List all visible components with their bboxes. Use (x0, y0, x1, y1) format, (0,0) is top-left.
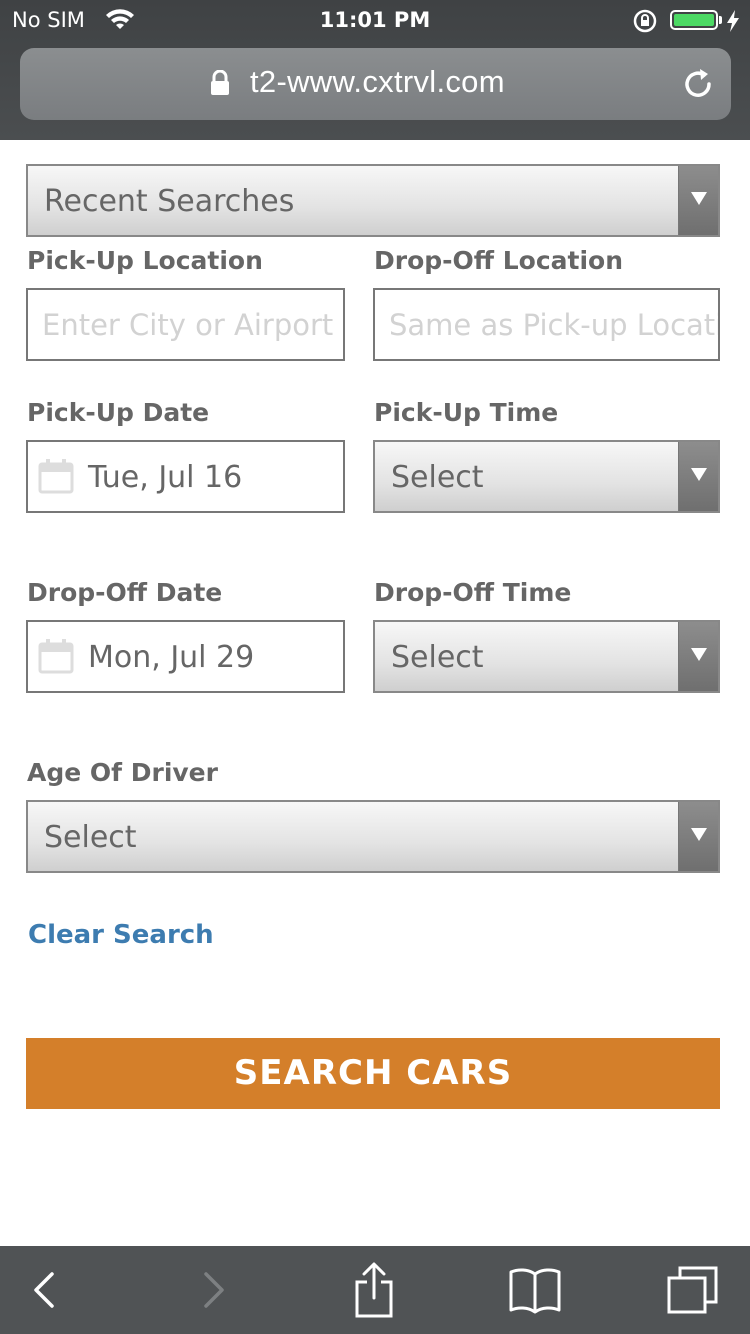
pickup-time-select[interactable]: Select (373, 440, 720, 513)
address-bar[interactable]: t2-www.cxtrvl.com (20, 48, 731, 120)
browser-chrome: No SIM 11:01 PM t2-www.cxtrvl.com (0, 0, 750, 140)
status-bar: No SIM 11:01 PM (0, 0, 750, 40)
age-of-driver-label: Age Of Driver (27, 758, 218, 787)
dropoff-date-label: Drop-Off Date (27, 578, 223, 607)
browser-toolbar (0, 1246, 750, 1334)
pickup-date-label: Pick-Up Date (27, 398, 210, 427)
share-icon[interactable] (350, 1262, 398, 1318)
tabs-icon[interactable] (666, 1266, 720, 1314)
age-of-driver-select[interactable]: Select (26, 800, 720, 873)
forward-icon[interactable] (190, 1266, 238, 1314)
calendar-icon (38, 459, 74, 494)
recent-searches-select[interactable]: Recent Searches (26, 164, 720, 237)
pickup-time-value: Select (391, 460, 484, 495)
clear-search-link[interactable]: Clear Search (28, 920, 214, 950)
recent-searches-value: Recent Searches (44, 184, 295, 219)
dropoff-time-select[interactable]: Select (373, 620, 720, 693)
battery-tip (719, 16, 722, 24)
reload-icon[interactable] (680, 66, 716, 102)
dropdown-arrow-icon[interactable] (678, 166, 718, 235)
age-of-driver-value: Select (44, 820, 137, 855)
pickup-time-label: Pick-Up Time (374, 398, 559, 427)
bookmarks-icon[interactable] (508, 1266, 562, 1314)
url-text[interactable]: t2-www.cxtrvl.com (250, 64, 505, 100)
pickup-date-field[interactable]: Tue, Jul 16 (26, 440, 345, 513)
pickup-location-input[interactable] (28, 290, 343, 359)
dropdown-arrow-icon[interactable] (678, 622, 718, 691)
dropoff-time-value: Select (391, 640, 484, 675)
battery-icon (670, 10, 718, 30)
rotation-lock-icon (633, 9, 657, 33)
dropoff-location-field[interactable] (373, 288, 720, 361)
pickup-location-field[interactable] (26, 288, 345, 361)
dropoff-date-field[interactable]: Mon, Jul 29 (26, 620, 345, 693)
dropoff-location-input[interactable] (375, 290, 718, 359)
dropoff-location-label: Drop-Off Location (374, 246, 624, 275)
search-cars-button[interactable]: SEARCH CARS (26, 1038, 720, 1109)
pickup-location-label: Pick-Up Location (27, 246, 263, 275)
back-icon[interactable] (22, 1266, 70, 1314)
dropdown-arrow-icon[interactable] (678, 442, 718, 511)
dropdown-arrow-icon[interactable] (678, 802, 718, 871)
dropoff-date-value: Mon, Jul 29 (88, 640, 255, 675)
pickup-date-value: Tue, Jul 16 (88, 460, 243, 495)
charging-bolt-icon (727, 10, 739, 32)
dropoff-time-label: Drop-Off Time (374, 578, 572, 607)
padlock-icon (211, 70, 229, 95)
calendar-icon (38, 639, 74, 674)
